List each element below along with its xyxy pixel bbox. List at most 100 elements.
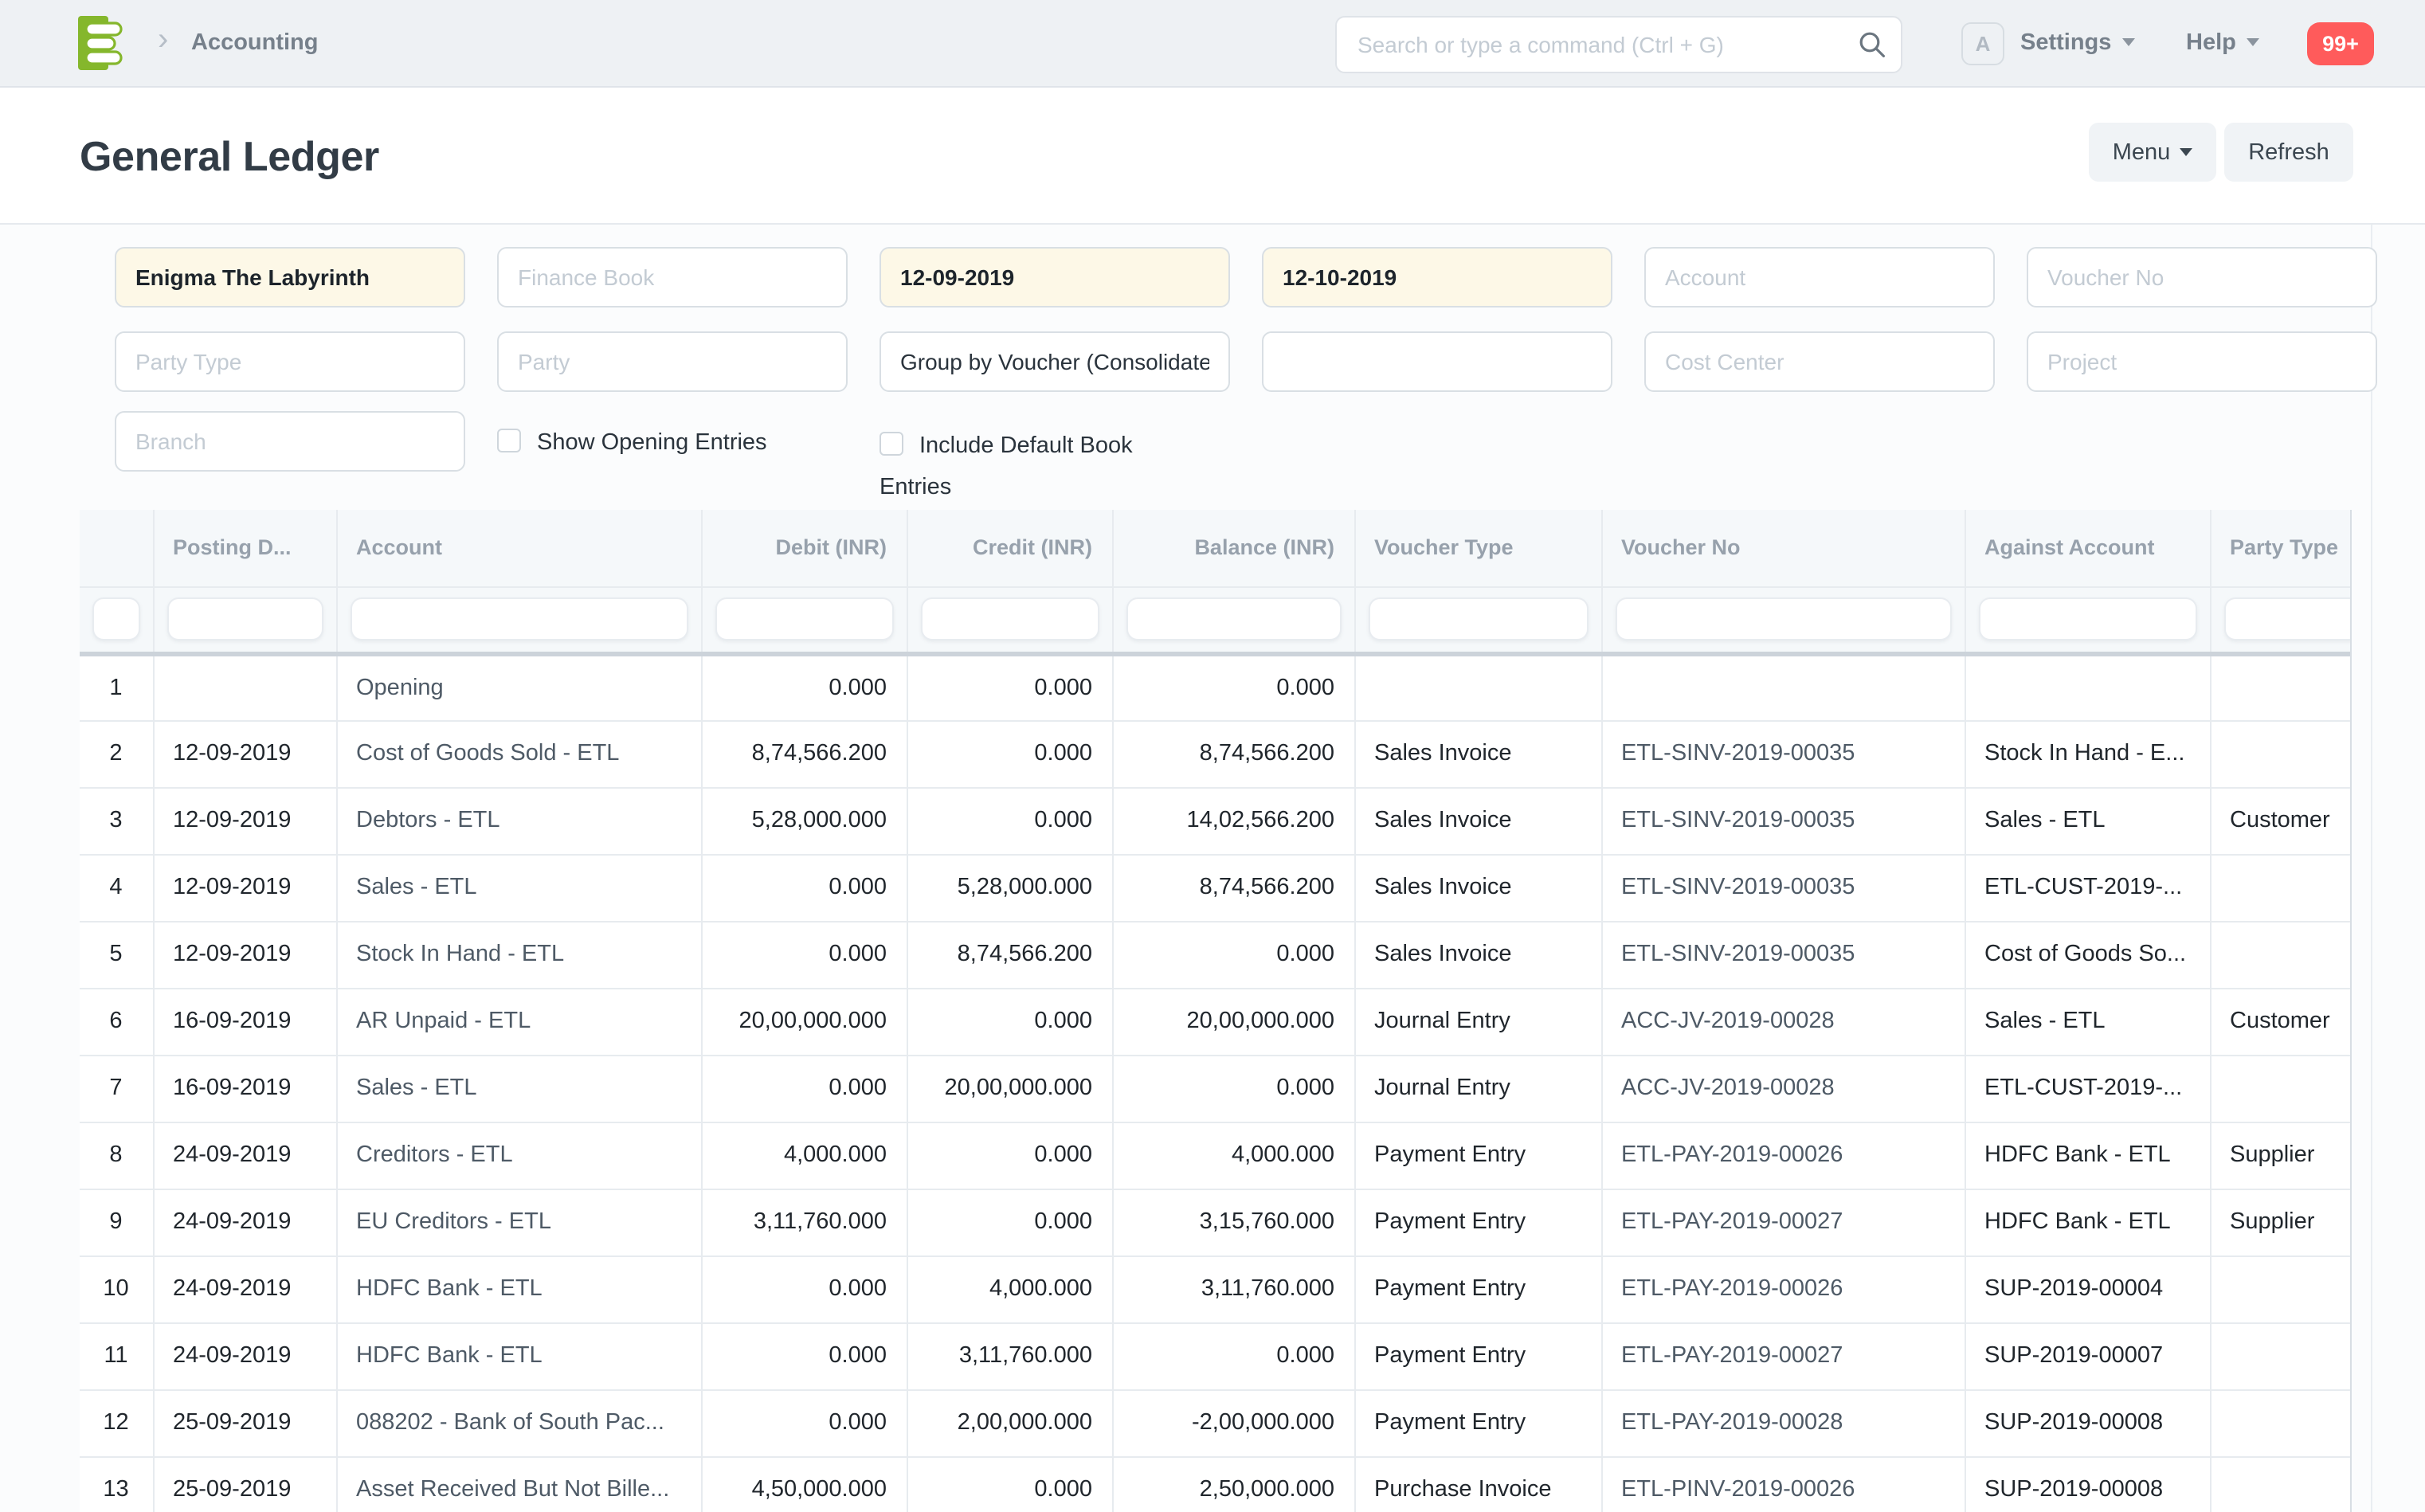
cell-voucher_type[interactable]: Journal Entry [1354, 988, 1601, 1055]
filter-voucher-no[interactable] [2027, 247, 2377, 307]
cell-posting_date[interactable]: 24-09-2019 [153, 1189, 336, 1255]
cell-posting_date[interactable]: 12-09-2019 [153, 854, 336, 921]
cell-party_type[interactable] [2210, 1389, 2352, 1456]
cell-debit[interactable]: 4,50,000.000 [701, 1456, 907, 1512]
cell-credit[interactable]: 0.000 [907, 1122, 1112, 1189]
filter-to-date[interactable] [1262, 247, 1612, 307]
cell-account[interactable]: Cost of Goods Sold - ETL [336, 720, 701, 787]
notification-badge[interactable]: 99+ [2307, 22, 2374, 65]
cell-account[interactable]: HDFC Bank - ETL [336, 1322, 701, 1389]
cell-voucher_type[interactable]: Sales Invoice [1354, 854, 1601, 921]
cell-credit[interactable]: 3,11,760.000 [907, 1322, 1112, 1389]
column-header-balance[interactable]: Balance (INR) [1112, 510, 1354, 586]
cell-voucher_type[interactable]: Payment Entry [1354, 1322, 1601, 1389]
cell-idx[interactable]: 1 [80, 653, 153, 720]
cell-party_type[interactable]: Supplier [2210, 1122, 2352, 1189]
avatar[interactable]: A [1961, 22, 2004, 65]
cell-debit[interactable]: 20,00,000.000 [701, 988, 907, 1055]
cell-balance[interactable]: 20,00,000.000 [1112, 988, 1354, 1055]
cell-idx[interactable]: 2 [80, 720, 153, 787]
search-input[interactable] [1335, 16, 1902, 73]
cell-credit[interactable]: 0.000 [907, 720, 1112, 787]
cell-credit[interactable]: 0.000 [907, 988, 1112, 1055]
cell-credit[interactable]: 0.000 [907, 653, 1112, 720]
cell-balance[interactable]: 3,15,760.000 [1112, 1189, 1354, 1255]
column-header-idx[interactable] [80, 510, 153, 586]
cell-voucher_no[interactable]: ACC-JV-2019-00028 [1601, 1055, 1965, 1122]
cell-party_type[interactable] [2210, 720, 2352, 787]
cell-account[interactable]: 088202 - Bank of South Pac... [336, 1389, 701, 1456]
cell-balance[interactable]: -2,00,000.000 [1112, 1389, 1354, 1456]
column-header-posting_date[interactable]: Posting D... [153, 510, 336, 586]
column-filter-party_type[interactable] [2223, 597, 2352, 640]
column-filter-debit[interactable] [715, 597, 893, 640]
refresh-button[interactable]: Refresh [2224, 123, 2353, 182]
cell-account[interactable]: Creditors - ETL [336, 1122, 701, 1189]
cell-credit[interactable]: 0.000 [907, 1189, 1112, 1255]
column-header-account[interactable]: Account [336, 510, 701, 586]
column-header-debit[interactable]: Debit (INR) [701, 510, 907, 586]
include-default-book-label[interactable]: Include Default Book Entries [880, 433, 1133, 500]
cell-voucher_no[interactable]: ETL-PAY-2019-00028 [1601, 1389, 1965, 1456]
column-header-voucher_type[interactable]: Voucher Type [1354, 510, 1601, 586]
show-opening-entries-checkbox[interactable] [497, 429, 521, 452]
cell-debit[interactable]: 3,11,760.000 [701, 1189, 907, 1255]
settings-menu[interactable]: Settings [2020, 0, 2135, 88]
cell-account[interactable]: Asset Received But Not Bille... [336, 1456, 701, 1512]
include-default-book-checkbox[interactable] [880, 432, 903, 456]
cell-posting_date[interactable]: 12-09-2019 [153, 787, 336, 854]
column-filter-voucher_type[interactable] [1368, 597, 1588, 640]
cell-credit[interactable]: 4,000.000 [907, 1255, 1112, 1322]
cell-voucher_no[interactable]: ETL-SINV-2019-00035 [1601, 787, 1965, 854]
cell-voucher_no[interactable]: ETL-PAY-2019-00026 [1601, 1122, 1965, 1189]
cell-against[interactable]: Sales - ETL [1965, 988, 2210, 1055]
cell-posting_date[interactable]: 25-09-2019 [153, 1389, 336, 1456]
include-default-book-checkbox-group[interactable]: Include Default Book Entries [880, 411, 1182, 508]
cell-posting_date[interactable]: 24-09-2019 [153, 1255, 336, 1322]
cell-debit[interactable]: 8,74,566.200 [701, 720, 907, 787]
cell-party_type[interactable] [2210, 1322, 2352, 1389]
cell-credit[interactable]: 2,00,000.000 [907, 1389, 1112, 1456]
cell-party_type[interactable]: Customer [2210, 787, 2352, 854]
filter-project[interactable] [2027, 331, 2377, 392]
cell-debit[interactable]: 0.000 [701, 1389, 907, 1456]
cell-voucher_type[interactable]: Payment Entry [1354, 1122, 1601, 1189]
cell-against[interactable]: HDFC Bank - ETL [1965, 1189, 2210, 1255]
cell-idx[interactable]: 8 [80, 1122, 153, 1189]
cell-posting_date[interactable]: 24-09-2019 [153, 1322, 336, 1389]
cell-voucher_no[interactable]: ETL-PAY-2019-00027 [1601, 1189, 1965, 1255]
cell-voucher_type[interactable]: Sales Invoice [1354, 720, 1601, 787]
cell-voucher_no[interactable]: ETL-SINV-2019-00035 [1601, 720, 1965, 787]
menu-button[interactable]: Menu [2089, 123, 2216, 182]
cell-voucher_no[interactable]: ACC-JV-2019-00028 [1601, 988, 1965, 1055]
cell-debit[interactable]: 4,000.000 [701, 1122, 907, 1189]
filter-party-type[interactable] [115, 331, 465, 392]
cell-party_type[interactable] [2210, 653, 2352, 720]
cell-posting_date[interactable]: 25-09-2019 [153, 1456, 336, 1512]
cell-idx[interactable]: 9 [80, 1189, 153, 1255]
filter-cost-center[interactable] [1644, 331, 1995, 392]
cell-credit[interactable]: 0.000 [907, 787, 1112, 854]
cell-party_type[interactable]: Supplier [2210, 1189, 2352, 1255]
cell-account[interactable]: AR Unpaid - ETL [336, 988, 701, 1055]
cell-balance[interactable]: 0.000 [1112, 1322, 1354, 1389]
cell-party_type[interactable] [2210, 1255, 2352, 1322]
cell-against[interactable]: Stock In Hand - E... [1965, 720, 2210, 787]
cell-idx[interactable]: 12 [80, 1389, 153, 1456]
cell-idx[interactable]: 4 [80, 854, 153, 921]
cell-debit[interactable]: 0.000 [701, 1255, 907, 1322]
cell-party_type[interactable] [2210, 854, 2352, 921]
cell-credit[interactable]: 0.000 [907, 1456, 1112, 1512]
breadcrumb[interactable]: Accounting [191, 30, 319, 56]
cell-account[interactable]: Debtors - ETL [336, 787, 701, 854]
filter-company[interactable] [115, 247, 465, 307]
cell-balance[interactable]: 4,000.000 [1112, 1122, 1354, 1189]
cell-against[interactable]: SUP-2019-00008 [1965, 1456, 2210, 1512]
cell-debit[interactable]: 5,28,000.000 [701, 787, 907, 854]
cell-posting_date[interactable]: 16-09-2019 [153, 1055, 336, 1122]
show-opening-entries-label[interactable]: Show Opening Entries [537, 430, 767, 456]
filter-finance-book[interactable] [497, 247, 848, 307]
filter-party[interactable] [497, 331, 848, 392]
cell-debit[interactable]: 0.000 [701, 653, 907, 720]
cell-voucher_type[interactable]: Sales Invoice [1354, 921, 1601, 988]
